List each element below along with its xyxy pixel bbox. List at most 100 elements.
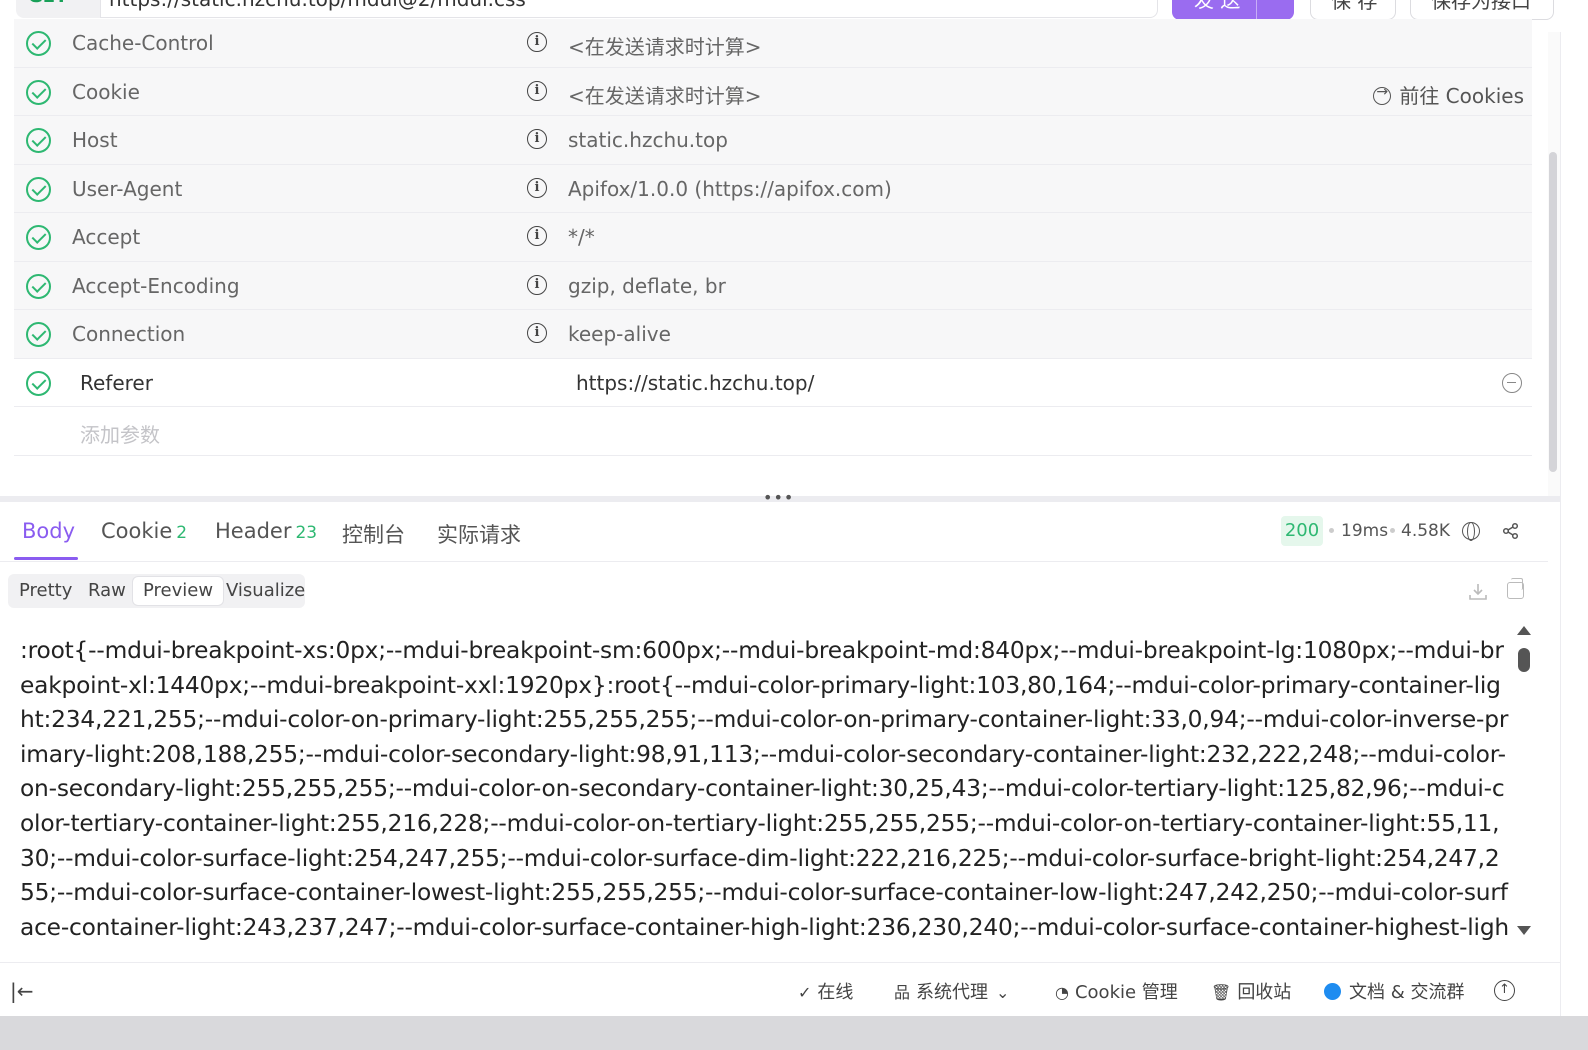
body-scrollbar[interactable] bbox=[1514, 624, 1534, 944]
custom-header-row: Referer https://static.hzchu.top/ bbox=[14, 359, 1532, 407]
send-dropdown-divider bbox=[1256, 0, 1257, 20]
header-value: static.hzchu.top bbox=[568, 128, 728, 152]
header-value-input[interactable]: https://static.hzchu.top/ bbox=[576, 371, 814, 395]
status-bar: |← ✓ 在线 品系统代理 ⌄ ◔ Cookie 管理 🗑 回收站 文档 & 交流群 ↑ bbox=[0, 962, 1560, 1016]
scrollbar-thumb[interactable] bbox=[1518, 648, 1530, 672]
save-as-api-button[interactable]: 保存为接口 bbox=[1410, 0, 1554, 20]
system-proxy-menu[interactable]: 品系统代理 ⌄ bbox=[894, 978, 1015, 1004]
header-value: gzip, deflate, br bbox=[568, 273, 726, 298]
scrollbar-thumb[interactable] bbox=[1549, 152, 1557, 472]
tab-label: Body bbox=[22, 519, 76, 543]
check-circle-icon[interactable] bbox=[26, 31, 51, 56]
header-key: Host bbox=[72, 128, 118, 152]
header-key: Accept bbox=[72, 225, 141, 249]
check-circle-icon[interactable] bbox=[26, 322, 51, 347]
docs-label: 文档 & 交流群 bbox=[1349, 982, 1465, 1003]
send-button[interactable]: 发 送 bbox=[1172, 0, 1294, 20]
trash-button[interactable]: 🗑 回收站 bbox=[1211, 978, 1291, 1004]
header-key: Cookie bbox=[72, 79, 140, 104]
add-param-input[interactable]: 添加参数 bbox=[80, 419, 160, 448]
url-input[interactable]: https://static.hzchu.top/mdui@2/mdui.css bbox=[100, 0, 1158, 18]
info-icon[interactable]: i bbox=[527, 129, 547, 149]
format-raw[interactable]: Raw bbox=[78, 577, 136, 605]
response-time: 19ms bbox=[1341, 521, 1389, 541]
chat-icon bbox=[1324, 983, 1341, 1000]
header-value: */* bbox=[568, 225, 595, 249]
online-status[interactable]: ✓ 在线 bbox=[798, 978, 853, 1004]
method-select[interactable]: GET bbox=[16, 0, 100, 18]
active-tab-indicator bbox=[14, 557, 78, 560]
format-pretty[interactable]: Pretty bbox=[9, 577, 82, 605]
copy-icon[interactable] bbox=[1507, 578, 1524, 599]
docs-community-button[interactable]: 文档 & 交流群 bbox=[1324, 978, 1464, 1004]
check-circle-icon[interactable] bbox=[26, 273, 51, 299]
headers-scrollbar[interactable] bbox=[1548, 32, 1560, 496]
scroll-down-arrow-icon[interactable] bbox=[1517, 926, 1531, 935]
response-body[interactable]: :root{--mdui-breakpoint-xs:0px;--mdui-br… bbox=[20, 634, 1510, 946]
header-row: Accept-Encoding i gzip, deflate, br bbox=[14, 261, 1532, 310]
tab-count: 23 bbox=[295, 523, 318, 543]
header-row: Cookie i <在发送请求时计算> 前往 Cookies bbox=[14, 67, 1532, 116]
check-circle-icon[interactable] bbox=[26, 225, 51, 250]
chevron-down-icon: ⌄ bbox=[996, 983, 1010, 1002]
window-bottom-edge bbox=[0, 1016, 1588, 1050]
header-key: Accept-Encoding bbox=[72, 273, 240, 298]
scroll-up-arrow-icon[interactable] bbox=[1517, 626, 1531, 635]
cookie-icon: ◔ bbox=[1055, 983, 1069, 1002]
info-icon[interactable]: i bbox=[527, 274, 547, 295]
trash-label: 回收站 bbox=[1237, 982, 1292, 1003]
tab-actual-request[interactable]: 实际请求 bbox=[437, 519, 521, 549]
network-icon: 品 bbox=[894, 983, 911, 1002]
collapse-sidebar-icon[interactable]: |← bbox=[10, 979, 34, 1003]
info-icon[interactable]: i bbox=[527, 226, 547, 246]
check-circle-icon[interactable] bbox=[26, 370, 51, 396]
info-icon[interactable]: i bbox=[527, 32, 547, 52]
tab-label: 实际请求 bbox=[437, 523, 521, 547]
globe-icon[interactable] bbox=[1462, 522, 1480, 541]
tab-body[interactable]: Body bbox=[22, 519, 75, 543]
header-row: User-Agent i Apifox/1.0.0 (https://apifo… bbox=[14, 164, 1532, 213]
separator-dot bbox=[1390, 528, 1395, 533]
upgrade-icon[interactable]: ↑ bbox=[1494, 980, 1515, 1001]
header-key: User-Agent bbox=[72, 176, 183, 201]
info-icon[interactable]: i bbox=[527, 177, 547, 198]
info-icon[interactable]: i bbox=[527, 323, 547, 343]
save-button[interactable]: 保 存 bbox=[1310, 0, 1396, 20]
info-icon[interactable]: i bbox=[527, 80, 547, 101]
window-right-edge bbox=[1560, 0, 1588, 1050]
exit-arrow-icon bbox=[1373, 84, 1392, 105]
separator-dot bbox=[1329, 528, 1334, 533]
header-key: Connection bbox=[72, 322, 186, 346]
check-circle-icon[interactable] bbox=[26, 79, 51, 105]
header-row: Host i static.hzchu.top bbox=[14, 116, 1532, 165]
cookie-manager-button[interactable]: ◔ Cookie 管理 bbox=[1055, 978, 1178, 1004]
header-row: Accept i */* bbox=[14, 213, 1532, 262]
status-badge: 200 bbox=[1281, 516, 1323, 546]
tab-cookie[interactable]: Cookie 2 bbox=[101, 519, 187, 543]
drag-handle-icon[interactable]: ••• bbox=[763, 488, 794, 507]
header-row: Cache-Control i <在发送请求时计算> bbox=[14, 19, 1532, 68]
tab-header[interactable]: Header 23 bbox=[215, 519, 317, 543]
headers-table: Cache-Control i <在发送请求时计算> Cookie i <在发送… bbox=[14, 19, 1532, 456]
header-key-input[interactable]: Referer bbox=[80, 371, 153, 395]
check-circle-icon: ✓ bbox=[798, 983, 812, 1002]
remove-circle-icon[interactable] bbox=[1502, 372, 1522, 393]
format-toggle: Pretty Raw Preview Visualize bbox=[8, 574, 305, 608]
panel-splitter[interactable]: ••• bbox=[0, 488, 1560, 507]
add-param-row: 添加参数 bbox=[14, 407, 1532, 456]
tab-count: 2 bbox=[176, 523, 188, 543]
response-size: 4.58K bbox=[1401, 521, 1450, 541]
format-preview[interactable]: Preview bbox=[133, 577, 224, 605]
online-label: 在线 bbox=[817, 982, 854, 1003]
download-icon[interactable] bbox=[1468, 582, 1487, 600]
check-circle-icon[interactable] bbox=[26, 176, 51, 202]
format-visualize[interactable]: Visualize bbox=[216, 577, 315, 605]
check-circle-icon[interactable] bbox=[26, 128, 51, 153]
header-value: <在发送请求时计算> bbox=[568, 83, 762, 108]
share-icon[interactable] bbox=[1502, 522, 1520, 540]
tab-label: 控制台 bbox=[342, 523, 405, 547]
tab-console[interactable]: 控制台 bbox=[342, 519, 405, 549]
header-key: Cache-Control bbox=[72, 31, 214, 55]
trash-icon: 🗑 bbox=[1211, 983, 1232, 1002]
goto-cookies-link[interactable]: 前往 Cookies bbox=[1373, 80, 1524, 109]
